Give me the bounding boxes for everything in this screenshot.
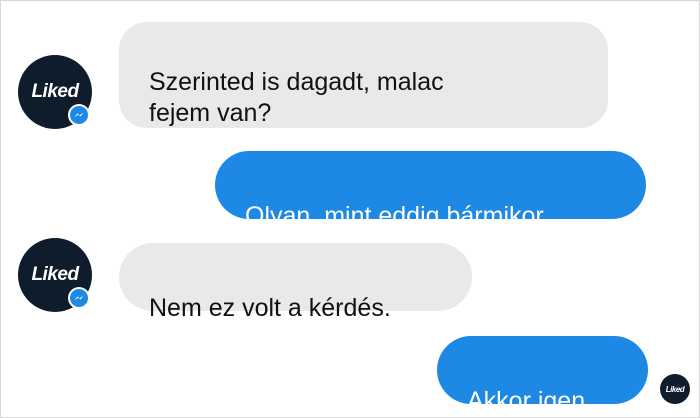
avatar-logo-text: Liked bbox=[665, 384, 685, 394]
messenger-icon bbox=[74, 295, 84, 300]
messenger-icon bbox=[74, 112, 84, 117]
message-text: Nem ez volt a kérdés. bbox=[149, 294, 391, 322]
message-text: Szerinted is dagadt, malac fejem van? bbox=[149, 68, 444, 127]
message-bubble-outgoing[interactable]: Olyan, mint eddig bármikor. bbox=[215, 151, 646, 230]
messenger-badge bbox=[68, 104, 90, 126]
read-receipt-avatar: Liked bbox=[660, 374, 690, 404]
message-text: Akkor igen. bbox=[467, 387, 593, 415]
messenger-badge bbox=[68, 287, 90, 309]
avatar-logo-text: Liked bbox=[31, 264, 79, 285]
avatar-logo-text: Liked bbox=[31, 81, 79, 102]
message-bubble-outgoing[interactable]: Akkor igen. bbox=[437, 336, 648, 415]
message-bubble-incoming[interactable]: Nem ez volt a kérdés. bbox=[119, 243, 472, 322]
message-bubble-incoming[interactable]: Szerinted is dagadt, malac fejem van? bbox=[119, 22, 608, 128]
message-text: Olyan, mint eddig bármikor. bbox=[245, 202, 550, 230]
